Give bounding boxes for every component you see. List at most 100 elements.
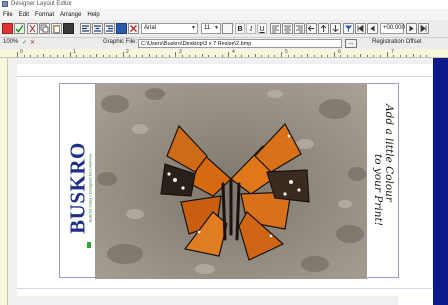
graphic-file-label: Graphic File: (103, 39, 138, 45)
ruler-tick (307, 54, 309, 57)
size-select[interactable]: 11 ▼ (201, 23, 221, 34)
check-icon[interactable] (14, 23, 25, 34)
ruler-tick (386, 52, 388, 57)
color-swatch-icon[interactable] (222, 23, 233, 34)
ruler-tick (399, 55, 401, 57)
ruler-label: 1 (73, 49, 76, 55)
ruler-tick (89, 55, 91, 57)
font-select[interactable]: Arial ▼ (141, 23, 198, 34)
next-page-icon[interactable] (406, 23, 417, 34)
ruler-tick (353, 55, 355, 57)
page-corner (398, 289, 433, 305)
last-page-icon[interactable] (418, 23, 429, 34)
ruler-tick (347, 55, 348, 57)
ruler-tick (30, 55, 32, 57)
close-icon[interactable] (2, 23, 13, 34)
ruler-tick (142, 55, 144, 57)
ruler-label: 0 (20, 49, 23, 55)
ruler-tick (366, 55, 368, 57)
ruler-tick (267, 55, 269, 57)
graphic-file-bar: 100% ✓ ✕ Graphic File: C:\Users\Buskro\D… (0, 38, 448, 49)
justify-center-icon[interactable] (282, 23, 293, 34)
ruler-tick (300, 55, 302, 57)
ruler-tick (287, 55, 289, 57)
vertical-ruler (0, 58, 8, 305)
ruler-tick (314, 55, 315, 57)
slogan-line-1: Add a little Colour (383, 104, 395, 202)
ruler-tick (175, 52, 177, 57)
menu-help[interactable]: Help (87, 12, 99, 18)
app-icon (2, 1, 8, 7)
align-center-icon[interactable] (92, 23, 103, 34)
arrow-down-icon[interactable] (330, 23, 341, 34)
ruler-tick (109, 55, 111, 57)
slogan-text-block[interactable]: Add a little Colour to your Print! (372, 95, 398, 265)
ruler-tick (327, 55, 329, 57)
ruler-tick (281, 52, 282, 57)
logo-accent (87, 242, 91, 248)
ruler-tick (261, 55, 263, 57)
prev-page-icon[interactable] (367, 23, 378, 34)
ruler-tick (102, 55, 104, 57)
zoom-level[interactable]: 100% (3, 39, 18, 45)
ruler-tick (56, 55, 58, 57)
graphic-file-input[interactable]: C:\Users\Buskro\Desktop\3 x 7 Resize\2.b… (138, 39, 342, 48)
ruler-tick (17, 52, 18, 57)
title-bar: Designer Layout Editor (0, 0, 448, 9)
size-value: 11 (204, 25, 211, 31)
arrow-left-icon[interactable] (306, 23, 317, 34)
justify-right-icon[interactable] (294, 23, 305, 34)
delete-icon[interactable] (128, 23, 139, 34)
menu-arrange[interactable]: Arrange (60, 12, 81, 18)
align-right-icon[interactable] (104, 23, 115, 34)
align-left-icon[interactable] (80, 23, 91, 34)
buskro-logo[interactable]: BUSKRO Built for today | Designed for to… (64, 128, 93, 248)
filter-icon[interactable] (343, 23, 354, 34)
paste-icon[interactable] (51, 23, 62, 34)
cut-icon[interactable] (27, 23, 38, 34)
ruler-tick (50, 55, 51, 57)
ruler-tick (274, 55, 276, 57)
ruler-tick (201, 54, 203, 57)
print-icon[interactable] (63, 23, 74, 34)
check-icon[interactable]: ✓ (22, 39, 27, 46)
ruler-tick (221, 55, 223, 57)
copy-icon[interactable] (39, 23, 50, 34)
ruler-tick (234, 55, 236, 57)
ruler-tick (96, 54, 98, 57)
ruler-tick (419, 55, 421, 57)
ruler-tick (393, 55, 395, 57)
justify-left-icon[interactable] (270, 23, 281, 34)
slogan-line-2: to your Print! (372, 154, 384, 226)
ruler-tick (340, 55, 342, 57)
image-icon[interactable] (116, 23, 127, 34)
logo-tagline: Built for today | Designed for tomorrow (87, 153, 93, 223)
ruler-tick (241, 55, 243, 57)
underline-button[interactable]: U (257, 23, 267, 34)
arrow-up-icon[interactable] (318, 23, 329, 34)
bold-button[interactable]: B (235, 23, 245, 34)
ruler-tick (129, 55, 131, 57)
toolbar: Arial ▼ 11 ▼ B I U +00.000 (0, 20, 448, 38)
chevron-down-icon: ▼ (214, 25, 219, 31)
ruler-tick (406, 55, 408, 57)
ruler-tick (380, 55, 381, 57)
ruler-tick (162, 55, 164, 57)
browse-button[interactable]: ... (345, 39, 357, 48)
ruler-tick (36, 55, 38, 57)
italic-button[interactable]: I (246, 23, 256, 34)
close-icon[interactable]: ✕ (30, 39, 35, 46)
butterflies-image[interactable] (95, 84, 367, 279)
ruler-tick (320, 55, 322, 57)
ruler-tick (426, 55, 428, 57)
offset-input[interactable]: +00.000 (380, 23, 405, 34)
menu-file[interactable]: File (3, 12, 13, 18)
ruler-tick (122, 52, 124, 57)
first-page-icon[interactable] (355, 23, 366, 34)
menu-format[interactable]: Format (35, 12, 54, 18)
menu-bar: File Edit Format Arrange Help (0, 9, 448, 20)
chevron-down-icon: ▼ (191, 25, 196, 31)
menu-edit[interactable]: Edit (19, 12, 29, 18)
ruler-tick (188, 55, 190, 57)
ruler-tick (413, 54, 414, 57)
